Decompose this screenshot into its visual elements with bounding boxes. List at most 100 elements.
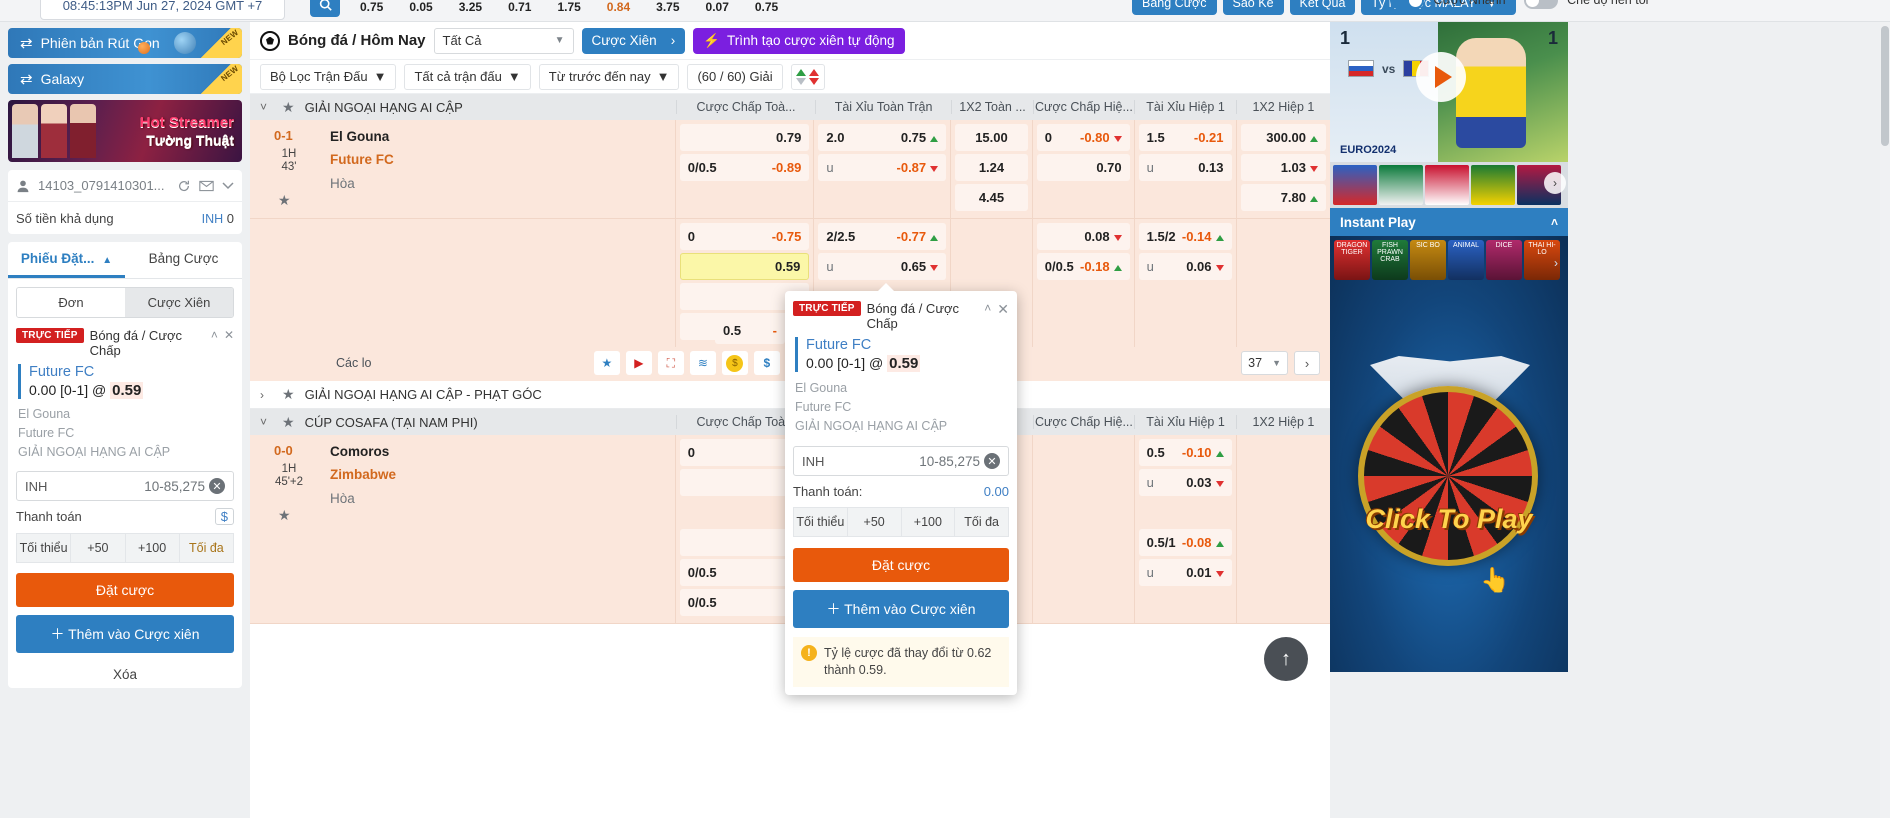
odds-cell[interactable]: 0.70 bbox=[1036, 154, 1130, 181]
page-select[interactable]: 37 ▼ bbox=[1241, 351, 1288, 375]
odds-cell[interactable]: 1.03 bbox=[1240, 154, 1326, 181]
play-icon[interactable] bbox=[1416, 52, 1466, 102]
chevron-down-icon[interactable] bbox=[222, 181, 234, 190]
page-scrollbar[interactable] bbox=[1880, 22, 1890, 818]
parlay-button[interactable]: Cược Xiên › bbox=[581, 27, 686, 54]
odds-cell[interactable]: 4.45 bbox=[955, 184, 1028, 211]
add-parlay-button[interactable]: ＋ Thêm vào Cược xiên bbox=[16, 615, 234, 654]
more-odds-label[interactable]: Các lo bbox=[250, 356, 588, 370]
odds-cell[interactable]: 0 -0.75 bbox=[679, 223, 810, 250]
scroll-to-top-button[interactable]: ↑ bbox=[1264, 637, 1308, 681]
tab-bet-list[interactable]: Bảng Cược bbox=[125, 242, 242, 278]
dollar-icon[interactable]: $ bbox=[214, 508, 234, 526]
odds-cell[interactable]: 0/0.5 -0.89 bbox=[679, 154, 810, 181]
team-away[interactable]: Zimbabwe bbox=[330, 463, 675, 487]
quick-plus50[interactable]: +50 bbox=[847, 507, 902, 538]
odds-cell[interactable]: u 0.65 bbox=[818, 253, 947, 280]
odds-cell[interactable]: 0.5 - bbox=[715, 317, 785, 344]
odds-cell[interactable]: u 0.01 bbox=[1138, 559, 1232, 586]
game-tile[interactable]: SIC BO bbox=[1410, 240, 1446, 280]
coin-icon[interactable]: $ bbox=[721, 351, 748, 375]
odds-cell[interactable]: u 0.06 bbox=[1138, 253, 1232, 280]
odds-cell[interactable]: 2.0 0.75 bbox=[818, 124, 947, 151]
live-match-video[interactable]: 1 1 vs EURO2024 bbox=[1330, 22, 1568, 162]
team-away[interactable]: Future FC bbox=[330, 148, 675, 172]
play-icon[interactable]: ▶ bbox=[625, 351, 652, 375]
search-icon[interactable] bbox=[310, 0, 340, 17]
chevron-up-icon[interactable]: ˄ bbox=[984, 301, 991, 315]
close-icon[interactable]: ✕ bbox=[224, 328, 234, 342]
odds-cell[interactable]: 0.08 bbox=[1036, 223, 1130, 250]
close-icon[interactable]: ✕ bbox=[997, 301, 1009, 318]
thumbnail-item[interactable] bbox=[1471, 165, 1515, 205]
quick-plus50[interactable]: +50 bbox=[71, 533, 126, 564]
team-draw[interactable]: Hòa bbox=[330, 486, 675, 512]
quick-min[interactable]: Tối thiểu bbox=[793, 507, 848, 538]
dark-mode-switch[interactable] bbox=[1523, 0, 1558, 9]
stack-icon[interactable]: ≋ bbox=[689, 351, 716, 375]
game-tile[interactable]: DRAGON TIGER bbox=[1334, 240, 1370, 280]
odds-cell[interactable]: u -0.87 bbox=[818, 154, 947, 181]
popup-stake-input[interactable]: INH 10-85,275 ✕ bbox=[793, 446, 1009, 477]
odds-cell[interactable]: u 0.13 bbox=[1138, 154, 1232, 181]
bet-list-button[interactable]: Bảng Cược bbox=[1132, 0, 1217, 15]
odds-cell[interactable]: 15.00 bbox=[955, 124, 1028, 151]
dollar-icon[interactable]: $ bbox=[753, 351, 780, 375]
mail-icon[interactable] bbox=[199, 180, 214, 192]
popup-add-parlay-button[interactable]: ＋ Thêm vào Cược xiên bbox=[793, 590, 1009, 629]
thumbnail-item[interactable] bbox=[1379, 165, 1423, 205]
seg-single[interactable]: Đơn bbox=[17, 288, 125, 317]
fast-bet-switch[interactable] bbox=[1390, 0, 1424, 9]
instant-play-header[interactable]: Instant Play ˄ bbox=[1330, 208, 1568, 236]
odds-cell[interactable]: 1.5/2 -0.14 bbox=[1138, 223, 1232, 250]
game-tile[interactable]: ANIMAL bbox=[1448, 240, 1484, 280]
star-icon[interactable]: ★ bbox=[282, 386, 295, 403]
clear-stake-icon[interactable]: ✕ bbox=[209, 478, 225, 495]
place-bet-button[interactable]: Đặt cược bbox=[16, 573, 234, 608]
popup-place-bet-button[interactable]: Đặt cược bbox=[793, 548, 1009, 583]
match-info[interactable]: 0-1 1H 43' ★ El Gouna Future FC Hòa bbox=[250, 120, 675, 218]
instant-play-body[interactable]: DRAGON TIGER FISH PRAWN CRAB SIC BO ANIM… bbox=[1330, 236, 1568, 672]
next-page-button[interactable]: › bbox=[1294, 351, 1320, 375]
favourite-star-icon[interactable]: ★ bbox=[278, 507, 291, 524]
time-range-select[interactable]: Từ trước đến nay ▼ bbox=[538, 63, 680, 90]
promo-galaxy[interactable]: ⇄ Galaxy NEW bbox=[8, 64, 242, 94]
star-icon[interactable]: ★ bbox=[282, 99, 295, 116]
quick-plus100[interactable]: +100 bbox=[901, 507, 956, 538]
game-tile[interactable]: DICE bbox=[1486, 240, 1522, 280]
team-home[interactable]: Comoros bbox=[330, 441, 675, 463]
star-icon[interactable]: ★ bbox=[282, 414, 295, 431]
statement-button[interactable]: Sao Kê bbox=[1222, 0, 1284, 15]
fast-bet-toggle[interactable]: Cược Nhanh bbox=[1390, 0, 1506, 9]
chevron-right-icon[interactable]: › bbox=[1554, 256, 1558, 270]
tab-bet-slip[interactable]: Phiếu Đặt... ▲ bbox=[8, 242, 125, 278]
account-row[interactable]: 14103_0791410301... bbox=[8, 170, 242, 202]
match-filter-select[interactable]: Bộ Lọc Trận Đấu ▼ bbox=[260, 63, 397, 90]
chevron-up-icon[interactable]: ˄ bbox=[1551, 215, 1558, 229]
odds-cell[interactable]: 0 -0.80 bbox=[1036, 124, 1130, 151]
clear-stake-icon[interactable]: ✕ bbox=[984, 453, 1000, 470]
sort-button[interactable] bbox=[790, 63, 825, 90]
odds-cell[interactable]: 0.5/1 -0.08 bbox=[1138, 529, 1232, 556]
chevron-down-icon[interactable]: ˅ bbox=[260, 415, 272, 429]
scope-select[interactable]: Tất Cả ▼ bbox=[433, 27, 574, 54]
chevron-down-icon[interactable]: ˅ bbox=[260, 100, 272, 114]
odds-cell[interactable]: 1.5 -0.21 bbox=[1138, 124, 1232, 151]
odds-cell[interactable]: 0.5 -0.10 bbox=[1138, 439, 1232, 466]
all-matches-select[interactable]: Tất cả trận đấu ▼ bbox=[404, 63, 531, 90]
hot-streamer-banner[interactable]: Hot Streamer Tường Thuật bbox=[8, 100, 242, 162]
odds-cell[interactable]: u 0.03 bbox=[1138, 469, 1232, 496]
game-tile[interactable]: FISH PRAWN CRAB bbox=[1372, 240, 1408, 280]
odds-cell[interactable]: 300.00 bbox=[1240, 124, 1326, 151]
quick-min[interactable]: Tối thiểu bbox=[16, 533, 72, 564]
promo-lite-version[interactable]: ⇄ Phiên bản Rút Gọn NEW bbox=[8, 28, 242, 58]
odds-cell[interactable]: 2/2.5 -0.77 bbox=[818, 223, 947, 250]
odds-cell[interactable]: 0.79 bbox=[679, 124, 810, 151]
quick-max[interactable]: Tối đa bbox=[955, 507, 1009, 538]
quick-plus100[interactable]: +100 bbox=[125, 533, 180, 564]
clear-slip-button[interactable]: Xóa bbox=[16, 661, 234, 688]
star-icon[interactable]: ★ bbox=[593, 351, 620, 375]
stake-input[interactable]: INH 10-85,275 ✕ bbox=[16, 471, 234, 502]
seg-parlay[interactable]: Cược Xiên bbox=[125, 288, 233, 317]
quick-max[interactable]: Tối đa bbox=[179, 533, 234, 564]
